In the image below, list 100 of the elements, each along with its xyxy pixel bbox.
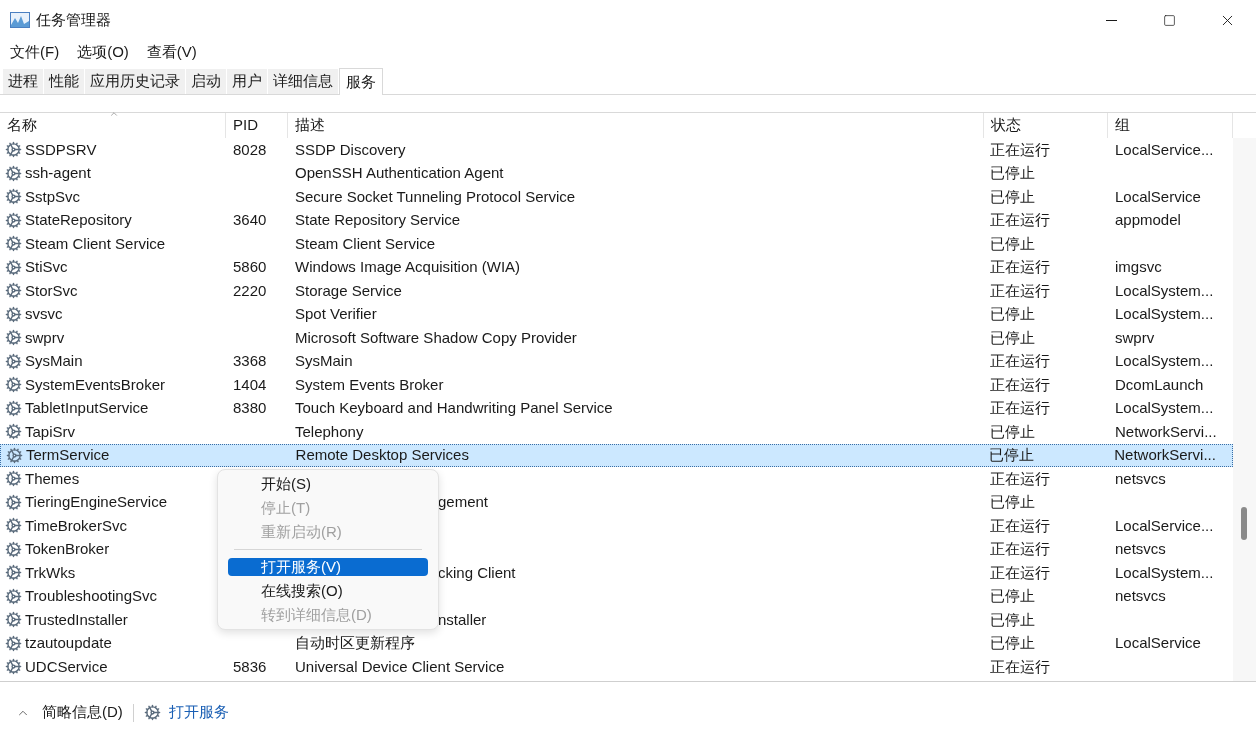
description-cell: OpenSSH Authentication Agent <box>295 164 504 181</box>
table-row[interactable]: UDCService 5836 Universal Device Client Service 正在运行 <box>0 655 1233 679</box>
table-row[interactable]: SysMain 3368 SysMain 正在运行 LocalSystem... <box>0 349 1233 373</box>
description-cell: Microsoft Software Shadow Copy Provider <box>295 328 577 346</box>
table-row[interactable]: SSDPSRV 8028 SSDP Discovery 正在运行 LocalService... <box>0 138 1233 162</box>
gear-icon <box>5 258 22 276</box>
gear-icon <box>5 564 22 582</box>
service-name: TabletInputService <box>25 398 149 418</box>
tab[interactable]: 用户 <box>227 69 268 94</box>
group-cell: LocalService... <box>1115 140 1214 158</box>
group-cell: LocalService <box>1115 634 1201 651</box>
status-cell: 正在运行 <box>990 281 1050 299</box>
menu-item[interactable]: 文件(F) <box>10 40 60 64</box>
status-cell: 已停止 <box>990 234 1035 252</box>
service-name: UDCService <box>25 656 108 677</box>
gear-icon <box>6 446 23 464</box>
service-name: SSDPSRV <box>25 139 97 160</box>
table-row[interactable]: TapiSrv Telephony 已停止 NetworkServi... <box>0 420 1233 444</box>
maximize-icon <box>1162 13 1176 27</box>
group-cell: LocalSystem... <box>1115 281 1214 299</box>
description-cell: Spot Verifier <box>295 305 377 322</box>
table-row[interactable]: StorSvc 2220 Storage Service 正在运行 LocalSystem... <box>0 279 1233 303</box>
menu-option[interactable]: 打开服务(V) <box>228 558 428 576</box>
table-row[interactable]: Steam Client Service Steam Client Service 已停止 <box>0 232 1233 256</box>
gear-icon <box>5 305 22 323</box>
table-row[interactable]: StateRepository 3640 State Repository Service 正在运行 appmodel <box>0 208 1233 232</box>
description-cell: Steam Client Service <box>295 234 436 252</box>
status-cell: 正在运行 <box>990 399 1050 416</box>
tab[interactable]: 进程 <box>3 69 44 94</box>
open-services-link[interactable]: 打开服务 <box>168 701 229 724</box>
details-toggle[interactable]: 简略信息(D) <box>16 701 123 724</box>
description-cell: Remote Desktop Services <box>295 446 469 463</box>
service-name: TrustedInstaller <box>25 609 128 630</box>
status-cell: 正在运行 <box>990 516 1050 534</box>
group-cell: LocalService <box>1115 187 1201 205</box>
column-header[interactable]: PID <box>226 113 288 138</box>
gear-icon <box>5 517 22 535</box>
column-header[interactable]: 名称 <box>0 113 226 138</box>
tab[interactable]: 应用历史记录 <box>85 69 186 94</box>
table-row[interactable]: TabletInputService 8380 Touch Keyboard and Handwriting Panel Service 正在运行 LocalSystem... <box>0 396 1233 420</box>
description-cell: Touch Keyboard and Handwriting Panel Service <box>295 399 613 416</box>
status-cell: 已停止 <box>990 328 1035 346</box>
table-row[interactable]: TermService Remote Desktop Services 已停止 NetworkServi... <box>0 443 1233 467</box>
column-header[interactable]: 组 <box>1108 113 1233 138</box>
group-cell: netsvcs <box>1115 469 1166 487</box>
group-cell: LocalService... <box>1115 516 1214 534</box>
pid-cell: 2220 <box>233 281 267 299</box>
service-name: SystemEventsBroker <box>25 374 166 395</box>
gear-icon <box>5 540 22 558</box>
table-row[interactable]: ssh-agent OpenSSH Authentication Agent 已停止 <box>0 161 1233 185</box>
gear-icon <box>5 634 22 652</box>
gear-icon <box>5 493 22 511</box>
status-cell: 正在运行 <box>990 540 1050 557</box>
tab[interactable]: 性能 <box>44 69 85 94</box>
service-name: tzautoupdate <box>25 633 112 653</box>
service-name: swprv <box>25 327 65 348</box>
gear-icon <box>5 376 22 394</box>
service-name: TroubleshootingSvc <box>25 586 158 606</box>
table-row[interactable]: StiSvc 5860 Windows Image Acquisition (WIA) 正在运行 imgsvc <box>0 255 1233 279</box>
gear-icon <box>5 352 22 370</box>
description-cell: 自动时区更新程序 <box>295 634 415 651</box>
pid-cell: 5836 <box>233 657 267 675</box>
table-row[interactable]: SstpSvc Secure Socket Tunneling Protocol Service 已停止 LocalService <box>0 185 1233 209</box>
tab[interactable]: 启动 <box>186 69 227 94</box>
chart-icon <box>10 12 30 28</box>
gear-icon <box>5 587 22 605</box>
description-cell: Secure Socket Tunneling Protocol Service <box>295 187 576 205</box>
menu-item[interactable]: 查看(V) <box>146 40 197 64</box>
gear-icon <box>5 235 22 253</box>
gear-icon <box>5 399 22 417</box>
column-header[interactable]: 状态 <box>984 113 1108 138</box>
menu-option[interactable]: 在线搜索(O) <box>228 579 428 603</box>
menu-item[interactable]: 选项(O) <box>77 40 129 64</box>
table-row[interactable]: SystemEventsBroker 1404 System Events Broker 正在运行 DcomLaunch <box>0 373 1233 397</box>
service-name: StiSvc <box>25 257 68 277</box>
group-cell: LocalSystem... <box>1115 399 1214 416</box>
gear-icon <box>5 282 22 300</box>
tab[interactable]: 详细信息 <box>268 69 339 94</box>
status-cell: 正在运行 <box>990 140 1050 158</box>
tab[interactable]: 服务 <box>339 68 383 95</box>
status-cell: 正在运行 <box>990 211 1050 228</box>
pid-cell: 3368 <box>233 352 267 369</box>
table-row[interactable]: tzautoupdate 自动时区更新程序 已停止 LocalService <box>0 631 1233 655</box>
pid-cell: 5860 <box>233 258 267 275</box>
gear-icon <box>5 188 22 206</box>
pid-cell: 8028 <box>233 140 267 158</box>
group-cell: swprv <box>1115 328 1155 346</box>
scrollbar-thumb[interactable] <box>1241 507 1247 540</box>
description-cell: gement <box>438 493 489 510</box>
service-name: StorSvc <box>25 280 78 301</box>
column-header[interactable]: 描述 <box>288 113 984 138</box>
group-cell: LocalSystem... <box>1115 352 1214 369</box>
table-row[interactable]: svsvc Spot Verifier 已停止 LocalSystem... <box>0 302 1233 326</box>
status-cell: 正在运行 <box>990 657 1050 675</box>
table-row[interactable]: swprv Microsoft Software Shadow Copy Provider 已停止 swprv <box>0 326 1233 350</box>
menu-option[interactable]: 开始(S) <box>228 472 428 496</box>
window-title: 任务管理器 <box>36 9 111 30</box>
service-name: TrkWks <box>25 562 76 583</box>
status-cell: 已停止 <box>989 446 1035 463</box>
status-cell: 正在运行 <box>990 563 1050 581</box>
